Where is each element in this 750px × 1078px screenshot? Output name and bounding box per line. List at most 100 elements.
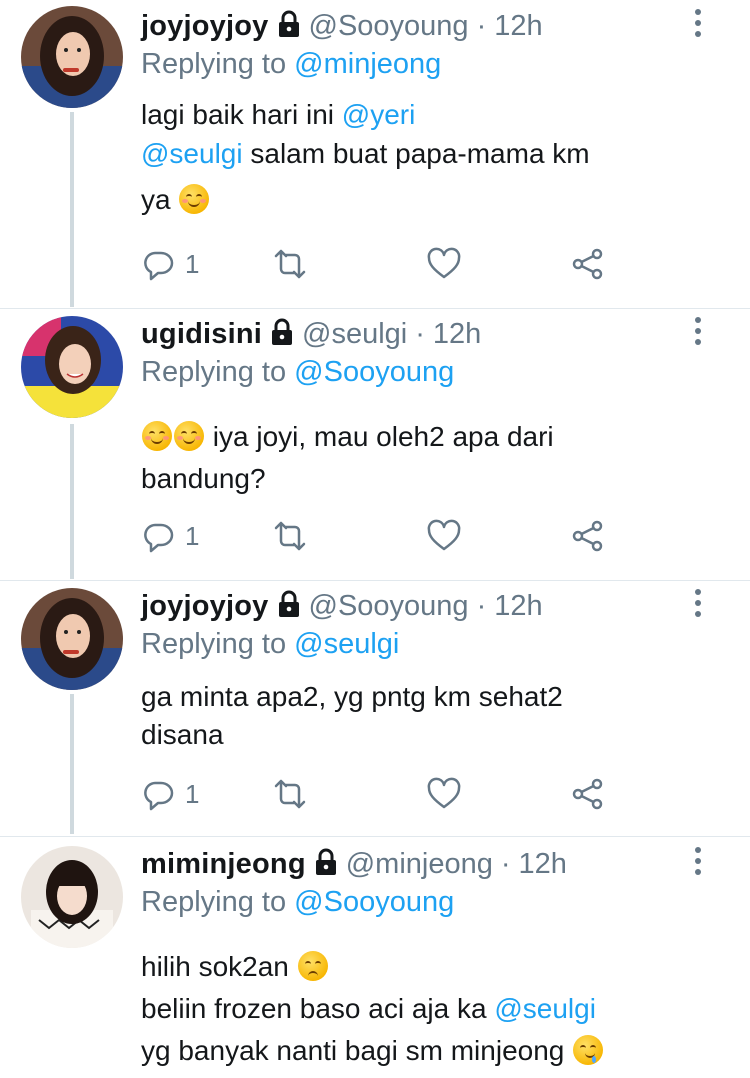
heart-icon [427, 519, 461, 551]
tweet-text: lagi baik hari ini @yeri @seulgi salam b… [141, 94, 710, 221]
reply-button[interactable]: 1 [141, 244, 199, 284]
share-button[interactable] [571, 516, 605, 556]
tweet-text: hilih sok2an beliin frozen baso aci aja … [141, 946, 710, 1072]
text-line: iya joyi, mau oleh2 apa dari [141, 416, 710, 458]
handle[interactable]: @Sooyoung [309, 10, 469, 43]
reply-count: 1 [185, 778, 200, 809]
reply-button[interactable]: 1 [141, 774, 199, 814]
more-options-icon[interactable] [688, 314, 708, 354]
text-segment: ga minta apa2, yg pntg km sehat2 [141, 681, 563, 712]
text-line: @seulgi salam buat papa-mama km [141, 133, 710, 175]
separator-dot: · [476, 589, 487, 622]
avatar-joyjoyjoy[interactable] [21, 588, 123, 690]
tweet-header: miminjeong @minjeong · 12h [141, 842, 690, 886]
tweet[interactable]: miminjeong @minjeong · 12h Replying to @… [0, 838, 750, 1078]
replying-to: Replying to @minjeong [141, 48, 441, 81]
text-segment: salam buat papa-mama km [242, 138, 590, 169]
retweet-icon [274, 249, 306, 279]
text-segment: hilih sok2an [141, 951, 297, 982]
mention-link[interactable]: @seulgi [294, 628, 399, 660]
retweet-icon [274, 779, 306, 809]
text-segment: bandung? [141, 463, 266, 494]
separator-dot: · [500, 847, 511, 880]
like-button[interactable] [427, 774, 461, 814]
replying-to: Replying to @seulgi [141, 628, 399, 661]
handle[interactable]: @Sooyoung [309, 590, 469, 623]
tweet-header: joyjoyjoy @Sooyoung · 12h [141, 584, 690, 628]
like-button[interactable] [427, 244, 461, 284]
display-name[interactable]: joyjoyjoy [141, 590, 269, 623]
separator-dot: · [476, 9, 487, 42]
text-segment: ya [141, 184, 179, 215]
text-line: ga minta apa2, yg pntg km sehat2 [141, 676, 710, 718]
tweet-text: ga minta apa2, yg pntg km sehat2 disana [141, 676, 710, 756]
separator-dot: · [415, 317, 425, 350]
like-button[interactable] [427, 516, 461, 556]
smiling-face-emoji [142, 421, 172, 451]
mention-link[interactable]: @seulgi [141, 138, 243, 169]
tweet-header: ugidisini @seulgi · 12h [141, 312, 690, 356]
timestamp[interactable]: 12h [519, 848, 567, 881]
handle[interactable]: @minjeong [346, 848, 493, 881]
reply-count: 1 [185, 248, 200, 279]
text-line: beliin frozen baso aci aja ka @seulgi [141, 988, 710, 1030]
tweet[interactable]: joyjoyjoy @Sooyoung · 12h Replying to @m… [0, 0, 750, 308]
smiling-face-emoji [179, 184, 210, 214]
display-name[interactable]: miminjeong [141, 848, 306, 881]
more-options-icon[interactable] [688, 6, 708, 46]
more-options-icon[interactable] [688, 844, 708, 884]
lock-icon [277, 590, 301, 618]
smiling-face-emoji [174, 421, 204, 451]
replying-to-label: Replying to [141, 48, 287, 80]
retweet-icon [274, 521, 306, 551]
heart-icon [427, 777, 461, 809]
retweet-button[interactable] [273, 774, 307, 814]
reply-icon [144, 781, 174, 811]
avatar-joyjoyjoy[interactable] [21, 6, 123, 108]
reply-count: 1 [185, 520, 200, 551]
text-segment: disana [141, 719, 224, 750]
timestamp[interactable]: 12h [433, 318, 481, 351]
avatar-ugidisini[interactable] [21, 316, 123, 418]
mention-link[interactable]: @Sooyoung [294, 886, 454, 918]
mention-link[interactable]: @minjeong [294, 48, 441, 80]
text-line: yg banyak nanti bagi sm minjeong [141, 1030, 710, 1072]
drooling-face-emoji [573, 1035, 604, 1065]
mention-link[interactable]: @Sooyoung [294, 356, 454, 388]
reply-button[interactable]: 1 [141, 516, 199, 556]
mention-link[interactable]: @yeri [342, 99, 416, 130]
text-segment: lagi baik hari ini [141, 99, 342, 130]
replying-to: Replying to @Sooyoung [141, 886, 454, 919]
tweet-actions: 1 [141, 774, 621, 814]
text-line: bandung? [141, 458, 710, 500]
timestamp[interactable]: 12h [494, 10, 542, 43]
retweet-button[interactable] [273, 516, 307, 556]
retweet-button[interactable] [273, 244, 307, 284]
tweet-actions: 1 [141, 516, 621, 556]
replying-to-label: Replying to [141, 628, 287, 660]
mention-link[interactable]: @seulgi [494, 993, 596, 1024]
share-button[interactable] [571, 244, 605, 284]
share-icon [572, 248, 603, 280]
reply-icon [144, 251, 174, 281]
text-line: disana [141, 714, 710, 756]
text-line: ya [141, 179, 710, 221]
tweet[interactable]: joyjoyjoy @Sooyoung · 12h Replying to @s… [0, 580, 750, 836]
text-segment: yg banyak nanti bagi sm minjeong [141, 1035, 573, 1066]
share-icon [572, 520, 603, 552]
display-name[interactable]: joyjoyjoy [141, 10, 269, 43]
lock-icon [277, 10, 301, 38]
tweet[interactable]: ugidisini @seulgi · 12h Replying to @Soo… [0, 308, 750, 580]
replying-to-label: Replying to [141, 886, 287, 918]
reply-icon [144, 523, 174, 553]
handle[interactable]: @seulgi [302, 318, 407, 351]
tweet-actions: 1 [141, 244, 621, 284]
share-button[interactable] [571, 774, 605, 814]
avatar-miminjeong[interactable] [21, 846, 123, 948]
display-name[interactable]: ugidisini [141, 318, 262, 351]
text-line: lagi baik hari ini @yeri [141, 94, 710, 136]
replying-to-label: Replying to [141, 356, 287, 388]
timestamp[interactable]: 12h [494, 590, 542, 623]
text-segment: iya joyi, mau oleh2 apa dari [205, 421, 554, 452]
more-options-icon[interactable] [688, 586, 708, 626]
